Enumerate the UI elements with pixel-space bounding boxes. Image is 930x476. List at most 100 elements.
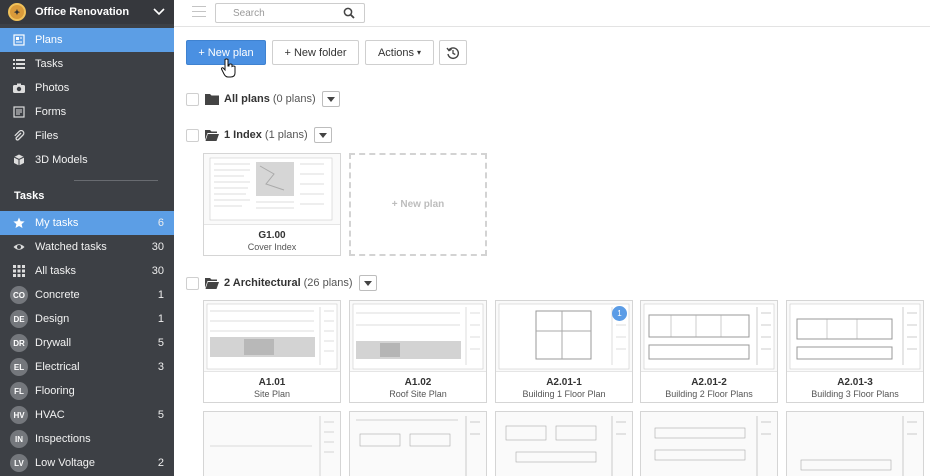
plan-card[interactable] xyxy=(349,411,487,476)
sidebar-item-tasks[interactable]: Tasks xyxy=(0,52,174,76)
plan-card[interactable]: G1.00 Cover Index xyxy=(203,153,341,256)
sidebar-item-photos[interactable]: Photos xyxy=(0,76,174,100)
plan-code: G1.00 xyxy=(258,230,286,241)
new-folder-button[interactable]: + New folder xyxy=(272,40,359,65)
project-name: Office Renovation xyxy=(35,6,130,18)
plan-thumbnail xyxy=(641,301,777,372)
sidebar-item-flooring[interactable]: FL Flooring xyxy=(0,379,174,403)
plan-card[interactable]: A1.01 Site Plan xyxy=(203,300,341,403)
category-badge: DE xyxy=(10,310,28,328)
caret-down-icon: ▾ xyxy=(417,48,422,57)
search-icon[interactable] xyxy=(343,7,355,19)
plan-card[interactable] xyxy=(203,411,341,476)
folder-row-architectural: 2 Architectural (26 plans) xyxy=(186,274,377,292)
folder-checkbox[interactable] xyxy=(186,276,199,290)
hamburger-menu-icon[interactable] xyxy=(192,6,206,18)
eye-icon xyxy=(12,240,26,254)
plan-code: A2.01-3 xyxy=(837,377,873,388)
sidebar-item-inspections[interactable]: IN Inspections xyxy=(0,427,174,451)
plan-card[interactable]: 1 A2.01-1 Building 1 Floor Plan xyxy=(495,300,633,403)
sidebar-item-label: Low Voltage xyxy=(35,457,95,469)
history-button[interactable] xyxy=(439,40,467,65)
notification-badge: 1 xyxy=(612,306,627,321)
top-bar: Search xyxy=(174,0,930,27)
sidebar: ✦ Office Renovation Plans Tasks Photos F… xyxy=(0,0,174,476)
category-badge: IN xyxy=(10,430,28,448)
sidebar-item-label: Tasks xyxy=(35,58,64,70)
actions-label: Actions xyxy=(377,46,415,59)
plan-thumbnail xyxy=(350,301,486,372)
sidebar-item-forms[interactable]: Forms xyxy=(0,100,174,124)
sidebar-item-label: Flooring xyxy=(35,385,75,397)
folder-dropdown-button[interactable] xyxy=(358,275,377,291)
chevron-down-icon[interactable] xyxy=(152,5,166,19)
task-count: 30 xyxy=(151,241,164,253)
plan-title: Roof Site Plan xyxy=(389,389,447,399)
folder-dropdown-button[interactable] xyxy=(313,127,332,143)
folder-title[interactable]: All plans xyxy=(224,93,270,105)
plan-card[interactable] xyxy=(786,411,924,476)
category-badge: FL xyxy=(10,382,28,400)
search-placeholder: Search xyxy=(233,7,265,19)
plan-card[interactable]: A2.01-2 Building 2 Floor Plans xyxy=(640,300,778,403)
history-icon xyxy=(446,46,460,59)
sidebar-item-label: Design xyxy=(35,313,70,325)
folder-checkbox[interactable] xyxy=(186,92,199,106)
task-count: 6 xyxy=(157,217,164,229)
plan-thumbnail xyxy=(350,412,486,476)
tasks-section-title: Tasks xyxy=(14,190,45,202)
sidebar-item-design[interactable]: DE Design 1 xyxy=(0,307,174,331)
project-switcher[interactable]: ✦ Office Renovation xyxy=(0,0,174,24)
plan-thumbnail xyxy=(204,154,340,225)
plan-title: Cover Index xyxy=(247,242,297,252)
sidebar-item-files[interactable]: Files xyxy=(0,124,174,148)
plan-card[interactable] xyxy=(495,411,633,476)
sidebar-item-label: My tasks xyxy=(35,217,79,229)
hand-cursor-icon xyxy=(220,58,236,78)
task-count: 1 xyxy=(157,289,164,301)
plan-code: A2.01-2 xyxy=(691,377,727,388)
folder-row-index: 1 Index (1 plans) xyxy=(186,126,332,144)
sidebar-item-watched-tasks[interactable]: Watched tasks 30 xyxy=(0,235,174,259)
folder-count: (26 plans) xyxy=(303,277,353,289)
sidebar-item-label: HVAC xyxy=(35,409,65,421)
sidebar-item-3d-models[interactable]: 3D Models xyxy=(0,148,174,172)
forms-icon xyxy=(12,105,26,119)
task-count: 1 xyxy=(157,313,164,325)
sidebar-item-electrical[interactable]: EL Electrical 3 xyxy=(0,355,174,379)
plans-icon xyxy=(12,33,26,47)
category-badge: EL xyxy=(10,358,28,376)
new-plan-placeholder-card[interactable]: + New plan xyxy=(349,153,487,256)
plan-title: Building 1 Floor Plan xyxy=(522,389,606,399)
folder-checkbox[interactable] xyxy=(186,128,199,142)
actions-dropdown[interactable]: Actions ▾ xyxy=(365,40,434,65)
plan-card[interactable] xyxy=(640,411,778,476)
plan-card[interactable]: A1.02 Roof Site Plan xyxy=(349,300,487,403)
sidebar-item-all-tasks[interactable]: All tasks 30 xyxy=(0,259,174,283)
sidebar-item-concrete[interactable]: CO Concrete 1 xyxy=(0,283,174,307)
grid-icon xyxy=(12,264,26,278)
folder-row-all-plans: All plans (0 plans) xyxy=(186,90,340,108)
sidebar-item-hvac[interactable]: HV HVAC 5 xyxy=(0,403,174,427)
sidebar-item-label: Forms xyxy=(35,106,67,118)
sidebar-item-label: Electrical xyxy=(35,361,80,373)
folder-dropdown-button[interactable] xyxy=(321,91,340,107)
plan-code: A1.01 xyxy=(258,377,286,388)
sidebar-item-plans[interactable]: Plans xyxy=(0,28,174,52)
sidebar-item-label: Concrete xyxy=(35,289,80,301)
sidebar-item-label: Inspections xyxy=(35,433,91,445)
search-input[interactable]: Search xyxy=(215,3,365,23)
plan-code: A1.02 xyxy=(404,377,432,388)
paperclip-icon xyxy=(12,129,26,143)
category-badge: LV xyxy=(10,454,28,472)
sidebar-item-drywall[interactable]: DR Drywall 5 xyxy=(0,331,174,355)
plan-code: A2.01-1 xyxy=(546,377,582,388)
list-icon xyxy=(12,57,26,71)
folder-count: (1 plans) xyxy=(264,129,308,141)
caret-down-icon xyxy=(318,132,327,138)
folder-title[interactable]: 1 Index xyxy=(224,129,262,141)
plan-card[interactable]: A2.01-3 Building 3 Floor Plans xyxy=(786,300,924,403)
folder-title[interactable]: 2 Architectural xyxy=(224,277,301,289)
sidebar-item-my-tasks[interactable]: My tasks 6 xyxy=(0,211,174,235)
sidebar-item-low-voltage[interactable]: LV Low Voltage 2 xyxy=(0,451,174,475)
